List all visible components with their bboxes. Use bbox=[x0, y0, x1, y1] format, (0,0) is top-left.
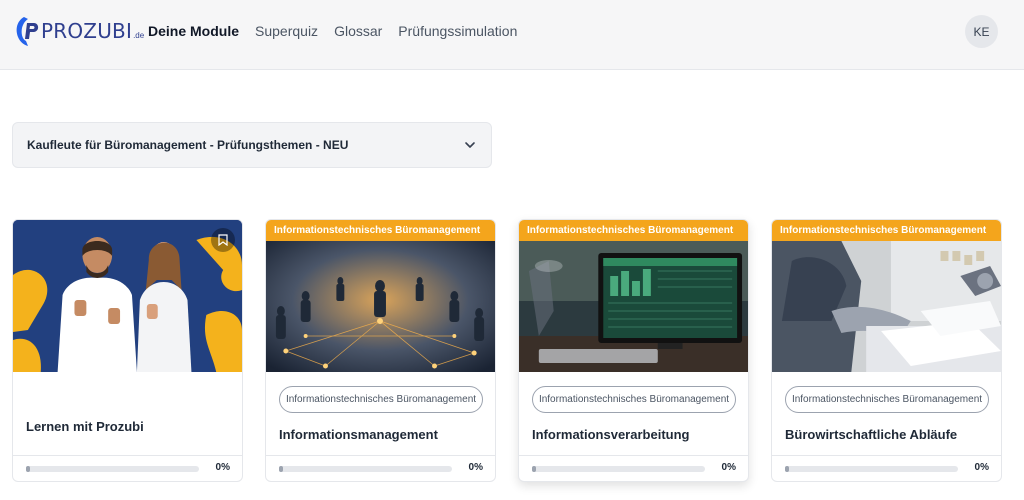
card-title: Bürowirtschaftliche Abläufe bbox=[785, 427, 958, 442]
nav-deine-module[interactable]: Deine Module bbox=[148, 22, 239, 40]
module-card-lernen-mit-prozubi[interactable]: Lernen mit Prozubi 0% bbox=[12, 219, 243, 482]
progress-label: 0% bbox=[215, 462, 230, 473]
card-title: Lernen mit Prozubi bbox=[26, 419, 144, 434]
top-header: PROZUBI .de Deine Module Superquiz Gloss… bbox=[0, 0, 1024, 70]
progress-fill bbox=[279, 466, 284, 472]
progress-track bbox=[279, 466, 452, 472]
category-banner: Informationstechnisches Büromanagement bbox=[772, 220, 1001, 241]
card-progress: 0% bbox=[519, 455, 748, 481]
chevron-down-icon bbox=[465, 142, 475, 148]
prozubi-logo-icon bbox=[16, 17, 39, 46]
user-avatar[interactable]: KE bbox=[965, 15, 998, 48]
category-banner: Informationstechnisches Büromanagement bbox=[519, 220, 748, 241]
photo-office-paperwork bbox=[772, 241, 1001, 372]
nav-superquiz[interactable]: Superquiz bbox=[255, 22, 318, 40]
course-select[interactable]: Kaufleute für Büromanagement - Prüfungst… bbox=[12, 122, 492, 168]
progress-track bbox=[532, 466, 705, 472]
card-title: Informationsmanagement bbox=[279, 427, 438, 442]
main-nav: Deine Module Superquiz Glossar Prüfungss… bbox=[148, 22, 517, 40]
nav-glossar[interactable]: Glossar bbox=[334, 22, 382, 40]
progress-fill bbox=[26, 466, 31, 472]
module-card-informationsmanagement[interactable]: Informationstechnisches Büromanagement I… bbox=[265, 219, 496, 482]
card-progress: 0% bbox=[13, 455, 242, 481]
nav-pruefungssimulation[interactable]: Prüfungssimulation bbox=[398, 22, 517, 40]
bookmark-shape bbox=[218, 234, 228, 246]
category-tag: Informationstechnisches Büromanagement bbox=[785, 386, 989, 413]
photo-spreadsheet-monitor bbox=[519, 241, 748, 372]
card-progress: 0% bbox=[772, 455, 1001, 481]
card-progress: 0% bbox=[266, 455, 495, 481]
course-select-value: Kaufleute für Büromanagement - Prüfungst… bbox=[27, 138, 349, 152]
prozubi-logo[interactable]: PROZUBI .de bbox=[14, 14, 144, 48]
progress-label: 0% bbox=[974, 462, 989, 473]
module-card-buerowirtschaftliche-ablaeufe[interactable]: Informationstechnisches Büromanagement I… bbox=[771, 219, 1002, 482]
card-title: Informationsverarbeitung bbox=[532, 427, 690, 442]
progress-fill bbox=[785, 466, 790, 472]
category-banner: Informationstechnisches Büromanagement bbox=[266, 220, 495, 241]
progress-track bbox=[26, 466, 199, 472]
logo-text: PROZUBI bbox=[41, 19, 133, 43]
module-card-informationsverarbeitung[interactable]: Informationstechnisches Büromanagement I… bbox=[518, 219, 749, 482]
logo-tld: .de bbox=[133, 31, 145, 40]
photo-network-people bbox=[266, 241, 495, 372]
progress-fill bbox=[532, 466, 537, 472]
progress-track bbox=[785, 466, 958, 472]
category-tag: Informationstechnisches Büromanagement bbox=[279, 386, 483, 413]
bookmark-icon[interactable] bbox=[211, 228, 235, 252]
photo-two-people-thumbs-up bbox=[13, 220, 242, 372]
category-tag: Informationstechnisches Büromanagement bbox=[532, 386, 736, 413]
progress-label: 0% bbox=[468, 462, 483, 473]
progress-label: 0% bbox=[721, 462, 736, 473]
